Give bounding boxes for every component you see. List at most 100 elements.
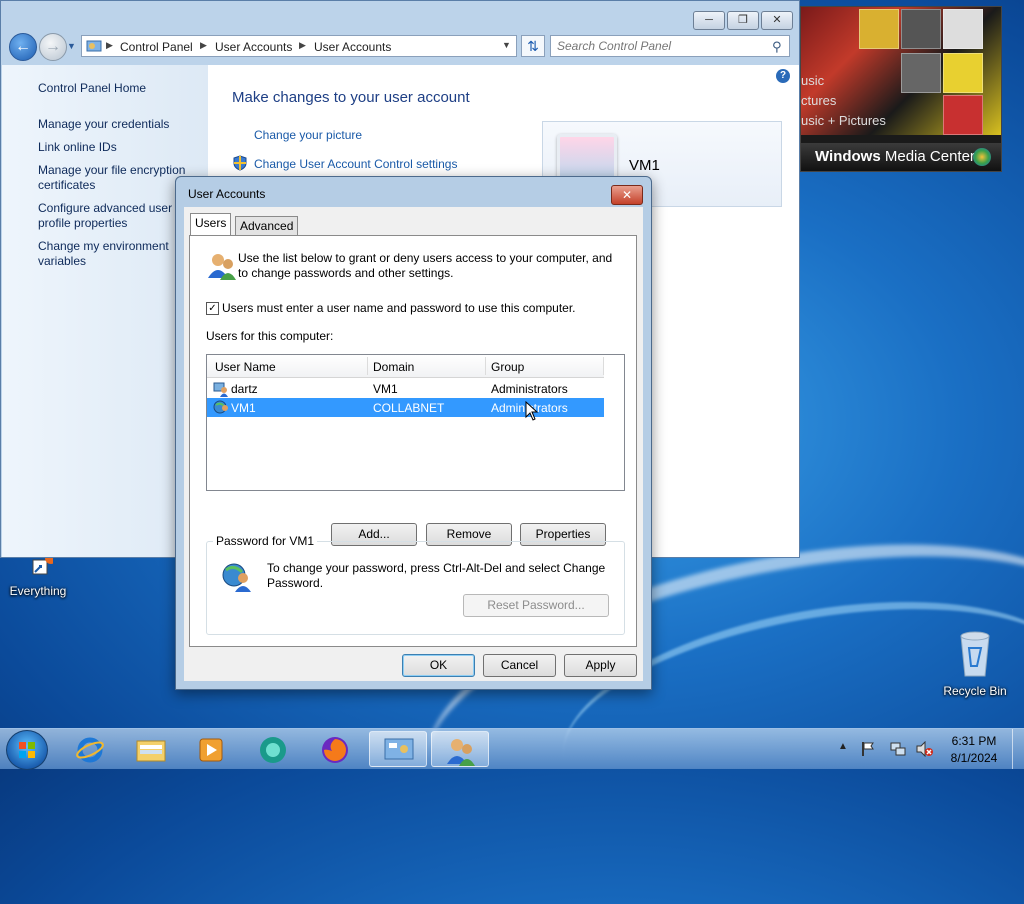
- media-center-gadget[interactable]: usic ctures usic + Pictures Windows Medi…: [800, 6, 1002, 172]
- start-button[interactable]: [6, 730, 48, 770]
- sidebar-item-link-online-ids[interactable]: Link online IDs: [38, 140, 198, 155]
- domain-user-icon: [213, 399, 229, 418]
- require-password-label[interactable]: Users must enter a user name and passwor…: [222, 301, 576, 315]
- breadcrumb-separator-icon[interactable]: ▶: [106, 40, 113, 51]
- table-row[interactable]: VM1 COLLABNET Administrators: [207, 398, 604, 417]
- media-tile: [943, 95, 983, 135]
- sidebar-item-environment-variables[interactable]: Change my environment variables: [38, 239, 198, 269]
- clock-date[interactable]: 8/1/2024: [944, 751, 1004, 765]
- taskbar-user-accounts[interactable]: [431, 731, 489, 767]
- clock-time[interactable]: 6:31 PM: [944, 734, 1004, 748]
- media-menu-item[interactable]: usic + Pictures: [801, 111, 886, 131]
- desktop-icon-everything[interactable]: Everything: [0, 552, 76, 598]
- media-menu: usic ctures usic + Pictures: [801, 71, 886, 131]
- show-hidden-icons-button[interactable]: ▲: [838, 741, 848, 752]
- control-panel-icon: [384, 737, 414, 766]
- maximize-button[interactable]: ❐: [727, 11, 759, 30]
- ok-button[interactable]: OK: [402, 654, 475, 677]
- taskbar-media-center[interactable]: [244, 731, 302, 767]
- cancel-button[interactable]: Cancel: [483, 654, 556, 677]
- window-close-button[interactable]: ✕: [761, 11, 793, 30]
- control-panel-icon: [86, 38, 102, 57]
- media-tile: [859, 9, 899, 49]
- taskbar-firefox[interactable]: [306, 731, 364, 767]
- password-groupbox: Password for VM1 To change your password…: [206, 534, 625, 635]
- column-separator[interactable]: [367, 357, 368, 375]
- volume-muted-icon[interactable]: [916, 740, 934, 760]
- uac-settings-link[interactable]: Change User Account Control settings: [254, 157, 457, 171]
- sidebar-item-credentials[interactable]: Manage your credentials: [38, 117, 198, 132]
- users-group-icon: [206, 250, 238, 285]
- desktop-icon-recycle-bin[interactable]: Recycle Bin: [937, 630, 1013, 698]
- cell-group: Administrators: [491, 382, 568, 396]
- breadcrumb-separator-icon[interactable]: ▶: [299, 40, 306, 51]
- user-accounts-dialog: User Accounts ✕ Users Advanced Use the l…: [175, 176, 652, 690]
- minimize-icon: ─: [705, 14, 713, 26]
- page-title: Make changes to your user account: [232, 89, 470, 106]
- column-separator[interactable]: [603, 357, 604, 375]
- taskbar-explorer[interactable]: [122, 731, 180, 767]
- taskbar-media-player[interactable]: [182, 731, 240, 767]
- address-bar[interactable]: ▶ Control Panel ▶ User Accounts ▶ User A…: [81, 35, 517, 57]
- control-panel-titlebar[interactable]: [1, 1, 799, 29]
- apply-button[interactable]: Apply: [564, 654, 637, 677]
- users-list-label: Users for this computer:: [206, 329, 334, 343]
- users-list[interactable]: User Name Domain Group dartz VM1 Adminis…: [206, 354, 625, 491]
- sidebar-item-home[interactable]: Control Panel Home: [38, 81, 198, 96]
- media-menu-item[interactable]: ctures: [801, 91, 886, 111]
- require-password-checkbox[interactable]: ✓: [206, 302, 219, 315]
- media-center-title-rest: Media Center: [880, 148, 975, 165]
- media-center-title-bar[interactable]: Windows Media Center: [801, 143, 1001, 171]
- tab-advanced[interactable]: Advanced: [235, 216, 299, 236]
- dialog-close-button[interactable]: ✕: [611, 185, 643, 205]
- firefox-icon: [320, 735, 350, 768]
- recycle-bin-icon: [955, 630, 995, 680]
- close-icon: ✕: [621, 188, 633, 202]
- column-header-group[interactable]: Group: [491, 360, 524, 374]
- cell-domain: VM1: [373, 382, 398, 396]
- search-icon[interactable]: ⚲: [772, 39, 782, 55]
- cell-user-name: VM1: [231, 401, 256, 415]
- cell-user-name: dartz: [231, 382, 258, 396]
- taskbar-internet-explorer[interactable]: [62, 731, 120, 767]
- taskbar: ▲ 6:31 PM 8/1/2024: [0, 728, 1024, 770]
- media-tile: [901, 9, 941, 49]
- media-menu-item[interactable]: usic: [801, 71, 886, 91]
- change-picture-link[interactable]: Change your picture: [254, 128, 362, 142]
- search-input[interactable]: Search Control Panel: [550, 35, 790, 57]
- column-header-domain[interactable]: Domain: [373, 360, 414, 374]
- breadcrumb-control-panel[interactable]: Control Panel: [120, 40, 193, 54]
- breadcrumb-separator-icon[interactable]: ▶: [200, 40, 207, 51]
- show-desktop-button[interactable]: [1012, 729, 1024, 769]
- address-dropdown-icon[interactable]: ▼: [502, 40, 511, 50]
- uac-shield-icon: [232, 155, 248, 174]
- password-user-icon: [221, 560, 253, 595]
- action-center-flag-icon[interactable]: [860, 741, 876, 760]
- media-tile: [943, 53, 983, 93]
- checkmark-icon: ✓: [208, 303, 217, 314]
- recent-pages-dropdown-icon[interactable]: ▼: [67, 41, 76, 51]
- media-player-icon: [198, 737, 224, 766]
- network-icon[interactable]: [889, 741, 907, 760]
- table-row[interactable]: dartz VM1 Administrators: [207, 379, 604, 398]
- internet-explorer-icon: [76, 736, 104, 767]
- close-icon: ✕: [772, 14, 782, 26]
- forward-button[interactable]: →: [39, 33, 67, 61]
- column-header-user-name[interactable]: User Name: [215, 360, 276, 374]
- reset-password-button[interactable]: Reset Password...: [463, 594, 609, 617]
- breadcrumb-user-accounts[interactable]: User Accounts: [215, 40, 292, 54]
- media-center-icon: [258, 735, 288, 768]
- refresh-button[interactable]: ⇅: [521, 35, 545, 57]
- column-separator[interactable]: [485, 357, 486, 375]
- tab-users[interactable]: Users: [190, 213, 232, 236]
- sidebar-item-profile-properties[interactable]: Configure advanced user profile properti…: [38, 201, 198, 231]
- folder-icon: [136, 737, 166, 766]
- minimize-button[interactable]: ─: [693, 11, 725, 30]
- taskbar-control-panel[interactable]: [369, 731, 427, 767]
- back-button[interactable]: ←: [9, 33, 37, 61]
- help-icon[interactable]: ?: [776, 69, 790, 83]
- users-tab-panel: Use the list below to grant or deny user…: [189, 235, 637, 647]
- breadcrumb-user-accounts-current[interactable]: User Accounts: [314, 40, 391, 54]
- sidebar-item-file-encryption[interactable]: Manage your file encryption certificates: [38, 163, 198, 193]
- address-bar-area: ← → ▼ ▶ Control Panel ▶ User Accounts ▶ …: [9, 33, 791, 61]
